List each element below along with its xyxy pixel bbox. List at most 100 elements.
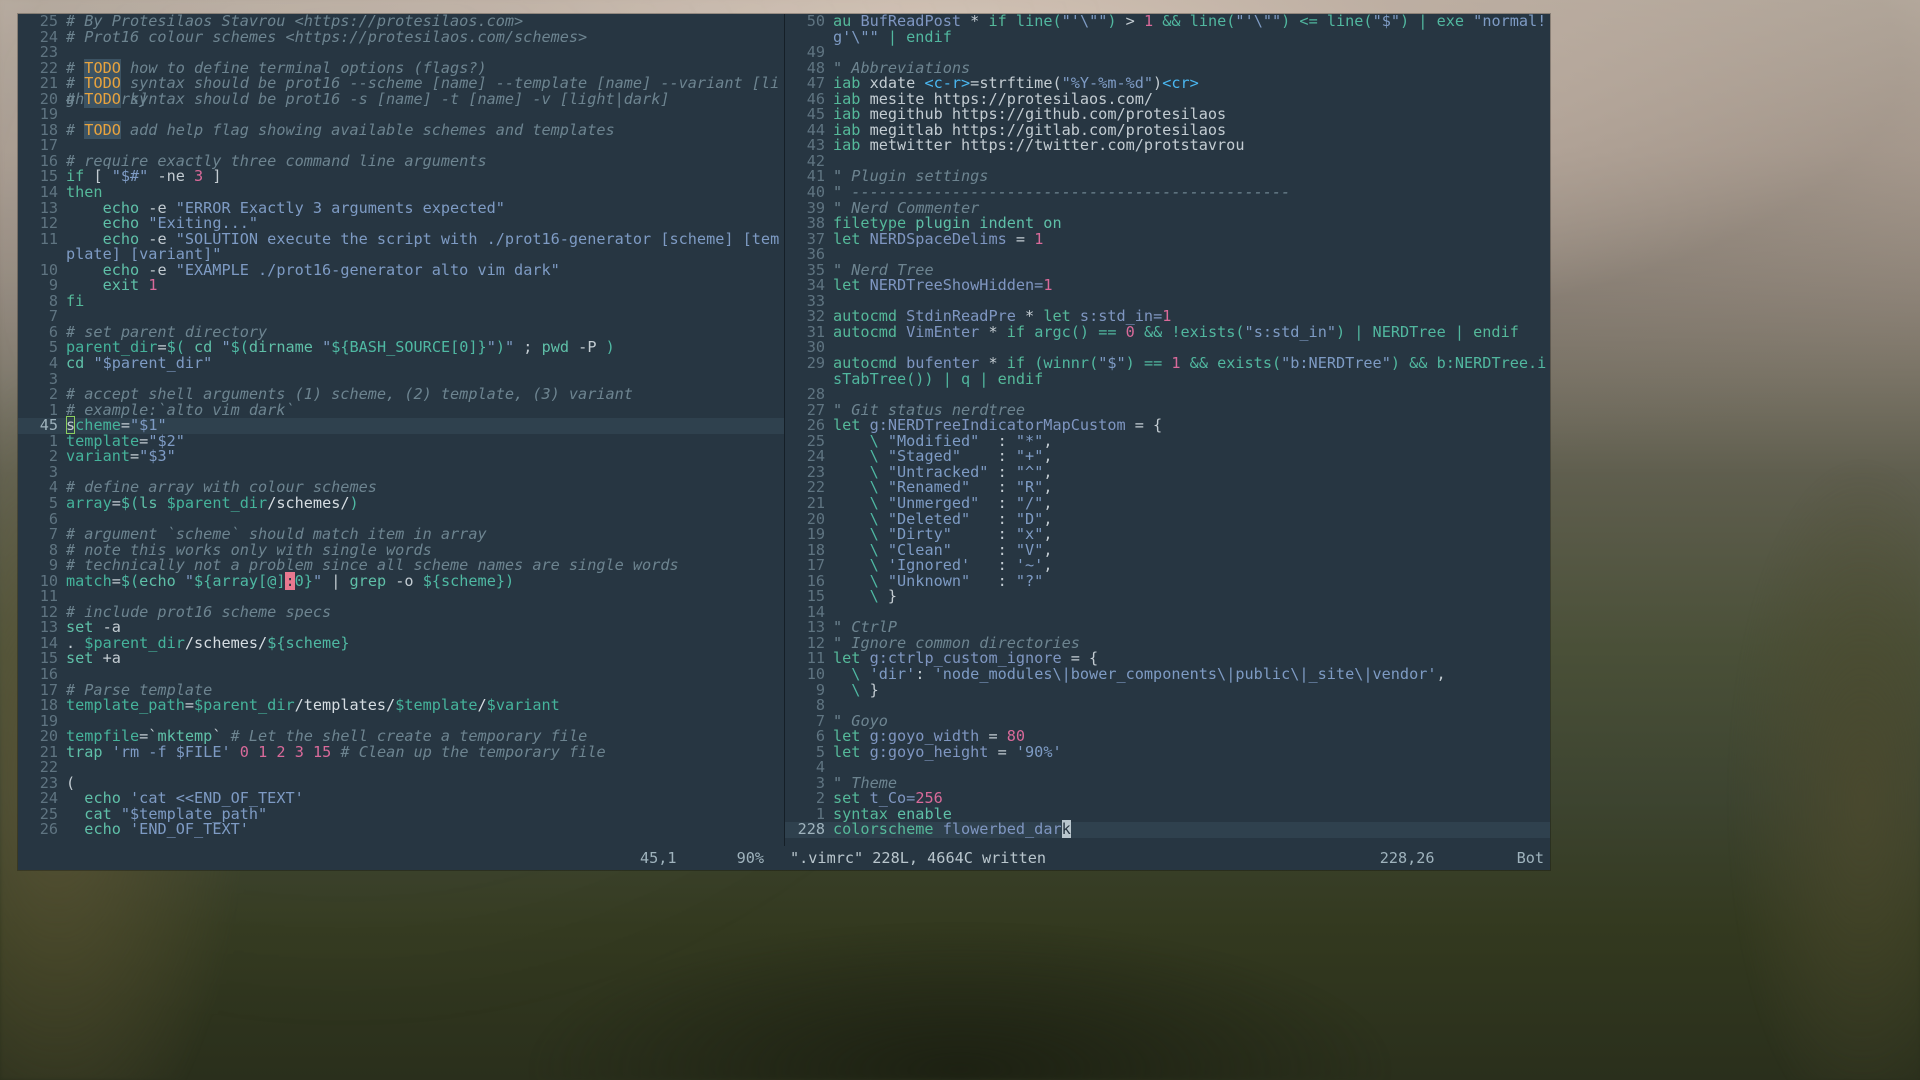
code-line[interactable]: 50 au BufReadPost * if line("'\"") > 1 &&… <box>785 14 1550 45</box>
code-line[interactable]: 8 fi <box>18 291 784 310</box>
code-line[interactable]: 15 set +a <box>18 651 784 667</box>
code-token: , <box>1043 556 1053 575</box>
code-line[interactable]: 4 cd "$parent_dir" <box>18 354 784 373</box>
line-number: 6 <box>815 727 825 746</box>
line-number: 29 <box>806 354 825 373</box>
code-line[interactable]: 21 trap 'rm -f $FILE' 0 1 2 3 15 # Clean … <box>18 742 784 761</box>
code-token: : <box>285 571 295 590</box>
code-line[interactable]: 228 colorscheme flowerbed_dark <box>785 820 1550 839</box>
code-token: = <box>997 742 1016 761</box>
code-line-text: autocmd bufenter * if (winnr("$") == 1 &… <box>833 354 1550 388</box>
code-token: ${array[@] <box>194 571 286 590</box>
code-token: 'node_modules\|bower_components\|public\… <box>933 664 1437 683</box>
code-token: 3 <box>294 742 304 761</box>
editor-pane-right[interactable]: 50 au BufReadPost * if line("'\"") > 1 &&… <box>785 14 1550 846</box>
code-line[interactable]: 26 echo 'END_OF_TEXT' <box>18 822 784 838</box>
code-token: " <box>184 571 195 590</box>
code-line[interactable]: 20 # TODO syntax should be prot16 -s [nam… <box>18 89 784 108</box>
code-token: $variant <box>486 696 560 715</box>
left-buffer-code[interactable]: 25 # By Protesilaos Stavrou <https://prot… <box>18 14 784 838</box>
code-line[interactable]: 8 <box>785 698 1550 714</box>
code-line-text: variant="$3" <box>66 449 784 465</box>
line-number: 4 <box>48 354 58 373</box>
code-token: /schemes/ <box>267 493 350 512</box>
code-token: 'rm -f $FILE' <box>111 742 231 761</box>
right-buffer-code[interactable]: 50 au BufReadPost * if line("'\"") > 1 &&… <box>785 14 1550 839</box>
code-token: = <box>1015 229 1035 248</box>
code-token: ) <box>504 571 515 590</box>
code-token: cd <box>66 354 85 373</box>
code-line[interactable]: 5 array=$(ls $parent_dir/schemes/) <box>18 493 784 512</box>
code-line[interactable]: 15 \ } <box>785 587 1550 606</box>
vim-window[interactable]: 25 # By Protesilaos Stavrou <https://prot… <box>18 14 1550 870</box>
line-number: 8 <box>48 291 58 310</box>
code-token: "$#" <box>111 167 149 186</box>
left-cursor-position: 45,1 <box>639 849 677 867</box>
line-number: 9 <box>48 276 58 295</box>
code-line[interactable]: 10 match=$(echo "${array[@]:0}" | grep -o… <box>18 571 784 590</box>
code-token: 15 <box>313 742 332 761</box>
code-line[interactable]: 2 variant="$3" <box>18 449 784 465</box>
code-token: 0 <box>239 742 249 761</box>
code-line[interactable]: 18 template_path=$parent_dir/templates/$t… <box>18 696 784 715</box>
code-token: +a <box>93 649 121 668</box>
code-token: $( <box>120 571 140 590</box>
code-token: 1 <box>1043 276 1053 295</box>
code-line[interactable]: 18 # TODO add help flag showing available… <box>18 120 784 139</box>
code-token: \ <box>833 587 888 606</box>
code-line[interactable]: 10 \ 'dir': 'node_modules\|bower_compone… <box>785 664 1550 683</box>
code-line-text: # TODO add help flag showing available s… <box>66 120 784 139</box>
line-number: 2 <box>815 789 825 808</box>
code-token: ) <box>349 493 359 512</box>
code-line[interactable]: 4 <box>785 760 1550 776</box>
code-line[interactable]: 9 \ } <box>785 682 1550 699</box>
code-line[interactable]: 22 <box>18 760 784 776</box>
code-token: " <box>486 338 496 357</box>
code-token: $( <box>120 493 140 512</box>
code-line[interactable]: 14 <box>785 604 1550 621</box>
code-token: ) <box>1107 14 1126 30</box>
code-token: line( <box>1006 14 1062 30</box>
code-token: iab <box>833 136 861 155</box>
code-line[interactable]: 9 exit 1 <box>18 278 784 294</box>
line-number: 5 <box>815 742 825 761</box>
line-number: 3 <box>815 773 825 792</box>
code-token: add help flag showing available schemes … <box>120 120 615 139</box>
code-token: "EXAMPLE ./prot16-generator alto vim dar… <box>175 260 560 279</box>
code-token: "s:std_in" <box>1244 322 1336 341</box>
code-line[interactable]: 34 let NERDTreeShowHidden=1 <box>785 278 1550 294</box>
editor-pane-left[interactable]: 25 # By Protesilaos Stavrou <https://prot… <box>18 14 785 846</box>
code-line[interactable]: 43 iab metwitter https://twitter.com/prot… <box>785 138 1550 154</box>
line-number: 2 <box>48 385 58 404</box>
code-token: endif <box>997 369 1044 388</box>
code-token: if <box>988 14 1007 30</box>
code-token: /schemes/ <box>184 633 268 652</box>
code-line-text: iab metwitter https://twitter.com/protst… <box>833 138 1550 154</box>
code-line[interactable]: 12 # include prot16 scheme specs <box>18 604 784 621</box>
code-line[interactable]: 5 let g:goyo_height = '90%' <box>785 742 1550 761</box>
vim-status-bars: 45,1 90% ".vimrc" 228L, 4664C written 22… <box>18 846 1550 870</box>
code-token: " <box>505 338 515 357</box>
code-token: set <box>66 649 94 668</box>
code-token: let <box>833 742 861 761</box>
code-line[interactable]: 29 autocmd bufenter * if (winnr("$") == 1… <box>785 354 1550 388</box>
code-line[interactable]: 11 echo -e "SOLUTION execute the script … <box>18 231 784 263</box>
code-line-text: match=$(echo "${array[@]:0}" | grep -o $… <box>66 571 784 590</box>
code-line[interactable]: 37 let NERDSpaceDelims = 1 <box>785 229 1550 248</box>
line-number: 3 <box>48 369 58 388</box>
code-token: | <box>322 571 350 590</box>
code-token: ] <box>203 167 222 186</box>
code-line[interactable]: 16 \ "Unknown" : "?" <box>785 573 1550 590</box>
code-line[interactable]: 24 # Prot16 colour schemes <https://prote… <box>18 29 784 46</box>
code-token: 0 <box>1125 322 1135 341</box>
code-line[interactable]: 31 autocmd VimEnter * if argc() == 0 && !… <box>785 322 1550 341</box>
code-token: " <box>312 571 323 590</box>
code-line-text: fi <box>66 293 784 310</box>
code-line[interactable]: 15 if [ "$#" -ne 3 ] <box>18 169 784 185</box>
code-token: "b:NERDTree" <box>1281 354 1391 373</box>
code-token: NERDTreeShowHidden= <box>860 276 1044 295</box>
code-line[interactable]: 14. $parent_dir/schemes/${scheme} <box>18 633 784 652</box>
code-line-text: # example:`alto vim dark` <box>66 402 784 419</box>
